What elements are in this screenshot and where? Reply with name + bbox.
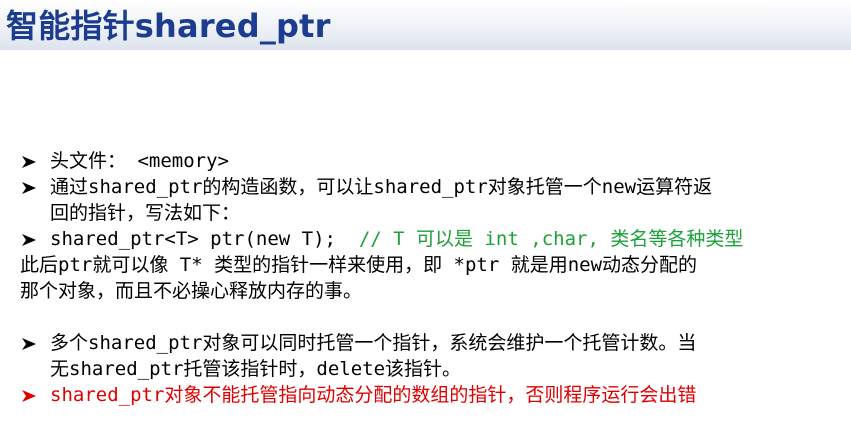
slide-content: 头文件： <memory> 通过shared_ptr的构造函数，可以让share… bbox=[0, 148, 851, 408]
bullet-constructor: 通过shared_ptr的构造函数，可以让shared_ptr对象托管一个new… bbox=[0, 174, 851, 200]
multiple-text-line1: 多个shared_ptr对象可以同时托管一个指针，系统会维护一个托管计数。当 bbox=[50, 332, 697, 354]
arrowhead-bullet-icon bbox=[20, 174, 40, 200]
arrowhead-bullet-icon bbox=[20, 330, 40, 356]
syntax-comment: // T 可以是 int ,char, 类名等各种类型 bbox=[358, 228, 744, 250]
usage-text-line1: 此后ptr就可以像 T* 类型的指针一样来使用，即 *ptr 就是用new动态分… bbox=[20, 254, 698, 276]
arrowhead-bullet-icon bbox=[20, 382, 40, 408]
bullet-header-file: 头文件： <memory> bbox=[0, 148, 851, 174]
bullet-multiple-continuation: 无shared_ptr托管该指针时，delete该指针。 bbox=[0, 356, 851, 382]
slide-title: 智能指针shared_ptr bbox=[6, 7, 331, 45]
bullet-warning: shared_ptr对象不能托管指向动态分配的数组的指针，否则程序运行会出错 bbox=[0, 382, 851, 408]
syntax-code: shared_ptr<T> ptr(new T); bbox=[50, 228, 359, 250]
arrowhead-bullet-icon bbox=[20, 226, 40, 252]
usage-paragraph-line2: 那个对象，而且不必操心释放内存的事。 bbox=[0, 278, 851, 304]
multiple-text-line2: 无shared_ptr托管该指针时，delete该指针。 bbox=[50, 358, 462, 380]
bullet-syntax: shared_ptr<T> ptr(new T); // T 可以是 int ,… bbox=[0, 226, 851, 252]
bullet-constructor-continuation: 回的指针，写法如下： bbox=[0, 200, 851, 226]
bullet-multiple-owners: 多个shared_ptr对象可以同时托管一个指针，系统会维护一个托管计数。当 bbox=[0, 330, 851, 356]
warning-text: shared_ptr对象不能托管指向动态分配的数组的指针，否则程序运行会出错 bbox=[50, 384, 697, 406]
constructor-text-line2: 回的指针，写法如下： bbox=[50, 202, 241, 224]
header-file-text: 头文件： <memory> bbox=[50, 150, 229, 172]
usage-paragraph-line1: 此后ptr就可以像 T* 类型的指针一样来使用，即 *ptr 就是用new动态分… bbox=[0, 252, 851, 278]
arrowhead-bullet-icon bbox=[20, 148, 40, 174]
usage-text-line2: 那个对象，而且不必操心释放内存的事。 bbox=[20, 280, 363, 302]
constructor-text-line1: 通过shared_ptr的构造函数，可以让shared_ptr对象托管一个new… bbox=[50, 176, 713, 198]
